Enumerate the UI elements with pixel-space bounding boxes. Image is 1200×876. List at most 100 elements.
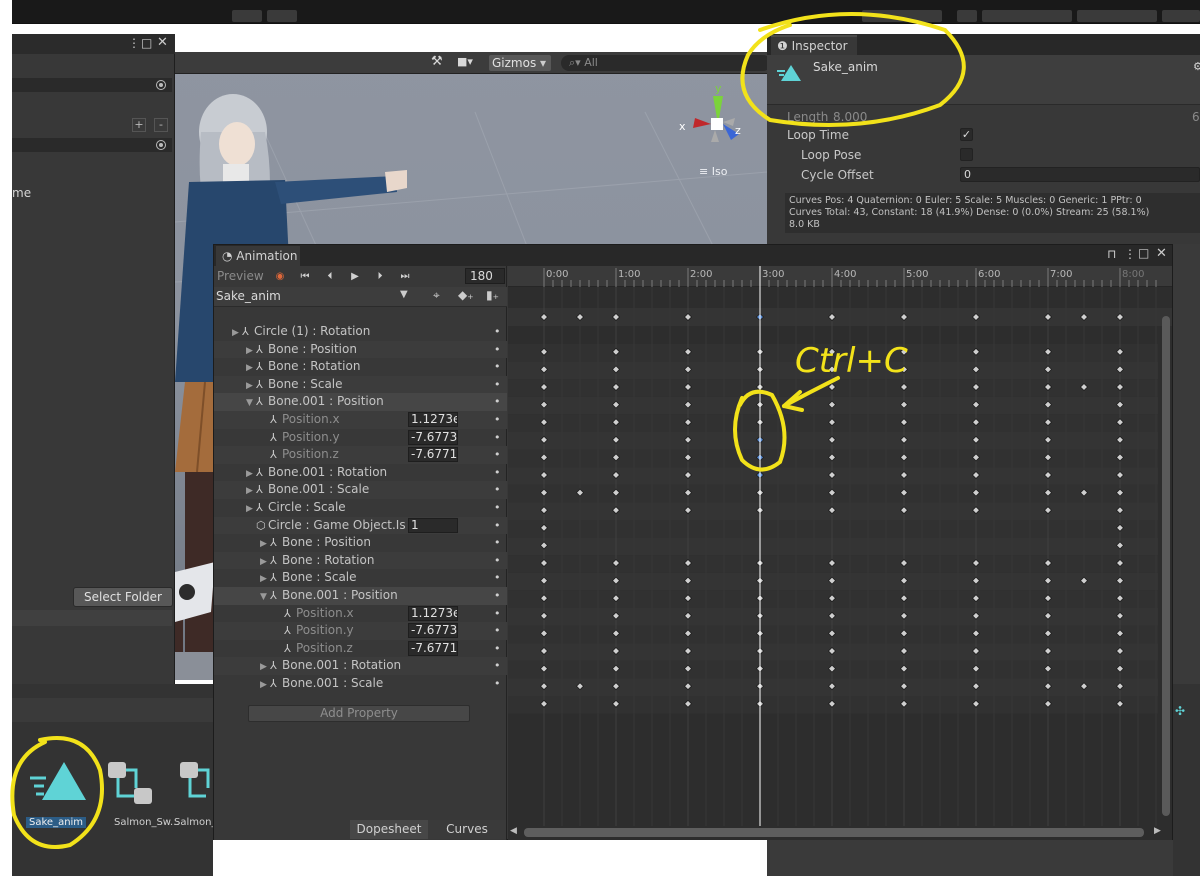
property-row[interactable]: ▶ ⅄ Bone : Rotation •: [214, 551, 507, 570]
animator-controller-icon-2[interactable]: [178, 758, 218, 808]
scene-search-input[interactable]: ⌕▾ All: [561, 55, 771, 71]
keyframe[interactable]: [575, 312, 585, 322]
add-button[interactable]: +: [132, 118, 146, 132]
property-value-input[interactable]: 1: [408, 517, 458, 533]
property-row[interactable]: ▶ ⅄ Bone.001 : Rotation •: [214, 657, 507, 675]
key-toggle-icon[interactable]: •: [494, 675, 504, 692]
property-row[interactable]: ▼ ⅄ Bone.001 : Position •: [214, 393, 507, 411]
key-toggle-icon[interactable]: •: [494, 481, 504, 498]
close-icon[interactable]: ✕: [1156, 246, 1167, 261]
object-picker-icon[interactable]: [156, 140, 166, 150]
loop-pose-checkbox[interactable]: [960, 148, 973, 161]
key-toggle-icon[interactable]: •: [494, 517, 504, 534]
tab-animation[interactable]: ◔ Animation: [216, 246, 300, 266]
path-field[interactable]: [12, 610, 172, 626]
more-options-icon[interactable]: ⋮: [128, 36, 140, 50]
frame-input[interactable]: 180: [465, 268, 505, 284]
key-toggle-icon[interactable]: •: [494, 534, 504, 551]
keyframe[interactable]: [611, 312, 621, 322]
key-toggle-icon[interactable]: •: [494, 429, 504, 446]
last-key-icon[interactable]: ⏭: [396, 269, 414, 285]
toolbar-play-group[interactable]: [232, 10, 262, 22]
key-toggle-icon[interactable]: •: [494, 341, 504, 358]
key-toggle-icon[interactable]: •: [494, 605, 504, 622]
property-row[interactable]: ⅄ Position.z -7.6771 •: [214, 640, 507, 658]
prev-key-icon[interactable]: ⏴: [321, 269, 339, 285]
record-icon[interactable]: ◉: [271, 269, 289, 285]
expand-right-icon[interactable]: ▶: [246, 501, 256, 518]
settings-icon[interactable]: ⚙: [1193, 60, 1200, 73]
clip-selector[interactable]: Sake_anim ▼ ⌖ ◆₊ ▮₊: [214, 287, 507, 307]
property-row[interactable]: ▶ ⅄ Bone.001 : Scale •: [214, 675, 507, 693]
property-value-input[interactable]: 1.1273e: [408, 605, 458, 621]
expand-right-icon[interactable]: ▶: [260, 536, 270, 553]
key-toggle-icon[interactable]: •: [494, 587, 504, 604]
expand-right-icon[interactable]: ▶: [260, 677, 270, 694]
scroll-right-icon[interactable]: ▶: [1154, 826, 1161, 836]
keyframe-canvas[interactable]: [508, 266, 1172, 840]
animator-controller-icon[interactable]: [106, 758, 156, 808]
remove-button[interactable]: -: [154, 118, 168, 132]
key-toggle-icon[interactable]: •: [494, 640, 504, 657]
key-toggle-icon[interactable]: •: [494, 411, 504, 428]
key-toggle-icon[interactable]: •: [494, 569, 504, 586]
key-toggle-icon[interactable]: •: [494, 393, 504, 410]
projection-label[interactable]: ≡ Iso: [699, 165, 727, 178]
property-row[interactable]: ▶ ⅄ Circle (1) : Rotation •: [214, 323, 507, 341]
property-row[interactable]: ▶ ⅄ Bone.001 : Scale •: [214, 481, 507, 499]
expand-right-icon[interactable]: ▶: [246, 378, 256, 395]
filter-icon[interactable]: ⌖: [433, 288, 440, 303]
close-icon[interactable]: ✕: [157, 35, 168, 50]
key-toggle-icon[interactable]: •: [494, 499, 504, 516]
property-row[interactable]: ▶ ⅄ Bone : Scale •: [214, 375, 507, 395]
object-field-2[interactable]: [12, 138, 172, 152]
more-options-icon[interactable]: ⋮: [1124, 247, 1136, 261]
property-row[interactable]: ⅄ Position.y -7.6773 •: [214, 429, 507, 447]
property-value-input[interactable]: -7.6773: [408, 623, 458, 639]
tools-icon[interactable]: ⚒: [431, 54, 443, 69]
keyframe[interactable]: [1079, 312, 1089, 322]
property-row[interactable]: ▶ ⅄ Bone.001 : Rotation •: [214, 464, 507, 482]
key-toggle-icon[interactable]: •: [494, 323, 504, 340]
expand-right-icon[interactable]: ▶: [246, 360, 256, 377]
preview-toggle[interactable]: Preview: [217, 269, 264, 283]
property-value-input[interactable]: -7.6771: [408, 447, 458, 463]
expand-down-icon[interactable]: ▼: [260, 589, 270, 606]
add-keyframe-icon[interactable]: ◆₊: [458, 288, 474, 302]
expand-right-icon[interactable]: ▶: [260, 659, 270, 676]
camera-icon[interactable]: ■▾: [457, 55, 473, 68]
keyframe[interactable]: [539, 312, 549, 322]
expand-right-icon[interactable]: ▶: [246, 343, 256, 360]
key-toggle-icon[interactable]: •: [494, 446, 504, 463]
expand-right-icon[interactable]: ▶: [246, 466, 256, 483]
asset-label-salmon[interactable]: Salmon_: [174, 817, 216, 828]
keyframe[interactable]: [971, 312, 981, 322]
key-toggle-icon[interactable]: •: [494, 657, 504, 674]
key-toggle-icon[interactable]: •: [494, 464, 504, 481]
keyframe[interactable]: [827, 312, 837, 322]
select-folder-button[interactable]: Select Folder: [73, 587, 173, 607]
expand-right-icon[interactable]: ▶: [246, 483, 256, 500]
property-row[interactable]: ⅄ Position.z -7.6771 •: [214, 446, 507, 464]
toolbar-cloud-button[interactable]: [957, 10, 977, 22]
toolbar-extra-dropdown[interactable]: [1162, 10, 1200, 22]
add-property-button[interactable]: Add Property: [248, 705, 470, 722]
add-event-icon[interactable]: ▮₊: [486, 288, 499, 302]
next-key-icon[interactable]: ⏵: [371, 269, 389, 285]
sake-anim-asset-icon[interactable]: [30, 756, 90, 816]
tab-curves[interactable]: Curves: [428, 820, 506, 839]
object-field-1[interactable]: [12, 78, 172, 92]
orientation-gizmo[interactable]: y x z: [675, 82, 755, 172]
property-row[interactable]: ▶ ⅄ Bone : Rotation •: [214, 358, 507, 376]
property-value-input[interactable]: 1.1273e: [408, 412, 458, 427]
object-picker-icon[interactable]: [156, 80, 166, 90]
key-toggle-icon[interactable]: •: [494, 358, 504, 375]
toolbar-layout-dropdown[interactable]: [1077, 10, 1157, 22]
play-icon[interactable]: ▶: [346, 269, 364, 285]
horizontal-scrollbar[interactable]: [524, 828, 1144, 837]
keyframe[interactable]: [1043, 312, 1053, 322]
property-row[interactable]: ▼ ⅄ Bone.001 : Position •: [214, 587, 507, 605]
key-toggle-icon[interactable]: •: [494, 552, 504, 569]
first-key-icon[interactable]: ⏮: [296, 269, 314, 285]
maximize-icon[interactable]: □: [1138, 246, 1149, 260]
